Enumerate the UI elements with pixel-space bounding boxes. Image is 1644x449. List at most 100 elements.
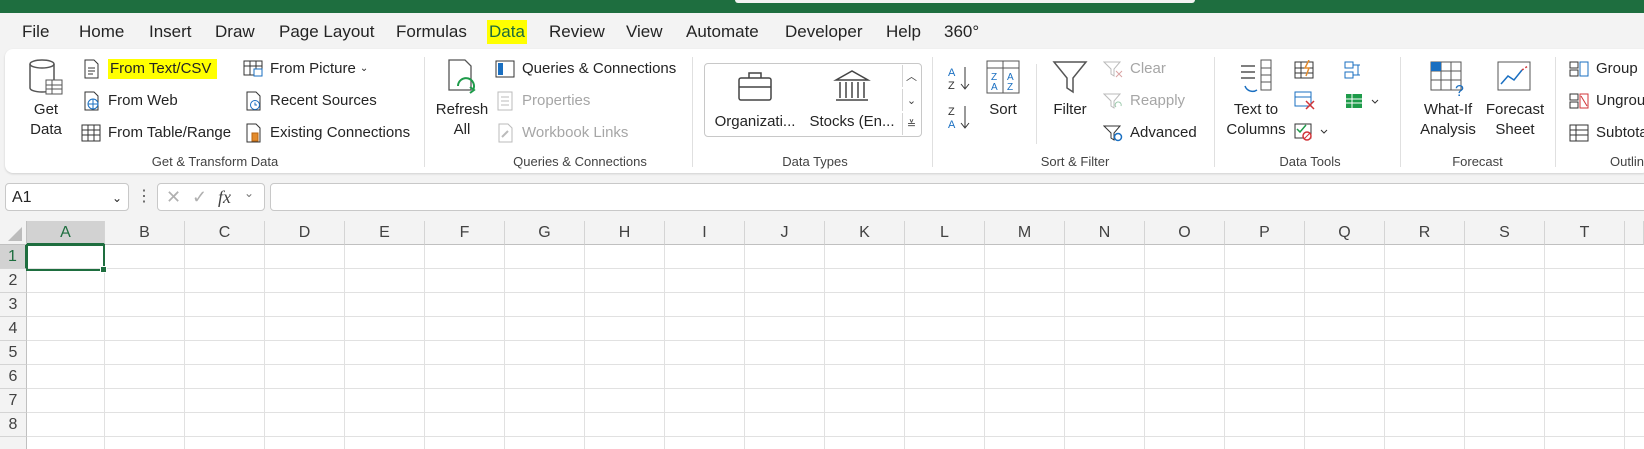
row-header-9[interactable] [0,437,27,449]
row-header-3[interactable]: 3 [0,293,27,317]
subtotal-label: Subtota [1596,124,1644,141]
column-header-m[interactable]: M [985,221,1065,245]
sort-z-a-button[interactable]: ZA [946,103,972,131]
column-header-f[interactable]: F [425,221,505,245]
spreadsheet-grid[interactable] [0,221,1644,449]
queries-connections-button[interactable]: Queries & Connections [494,58,676,80]
column-header-t[interactable]: T [1545,221,1625,245]
gallery-scroll-up[interactable]: ︿ [902,65,920,87]
column-header-l[interactable]: L [905,221,985,245]
active-cell-a1[interactable] [26,244,107,273]
recent-sources-button[interactable]: Recent Sources [242,90,377,112]
what-if-analysis-button[interactable]: ? What-If Analysis [1410,58,1486,140]
get-data-button[interactable]: Get Data [20,58,72,140]
column-header-h[interactable]: H [585,221,665,245]
data-model-button[interactable] [1344,90,1384,112]
tab-formulas[interactable]: Formulas [396,20,467,44]
refresh-icon [443,58,481,98]
subtotal-button[interactable]: Subtota [1568,122,1644,144]
reapply-button[interactable]: Reapply [1102,90,1185,112]
column-header-j[interactable]: J [745,221,825,245]
text-to-columns-button[interactable]: Text to Columns [1224,58,1288,140]
column-header-a[interactable]: A [27,221,105,245]
tab-help[interactable]: Help [886,20,921,44]
row-header-4[interactable]: 4 [0,317,27,341]
column-header-n[interactable]: N [1065,221,1145,245]
gridline [264,245,265,449]
column-header-u[interactable] [1625,221,1644,245]
filter-button[interactable]: Filter [1048,58,1092,120]
tab-developer[interactable]: Developer [785,20,863,44]
tab-data[interactable]: Data [487,20,527,44]
column-header-p[interactable]: P [1225,221,1305,245]
tab-page-layout[interactable]: Page Layout [279,20,374,44]
organization-data-type[interactable]: Organizati... [700,68,810,132]
stocks-data-type[interactable]: Stocks (En... [797,68,907,132]
from-picture-button[interactable]: From Picture ⌄ [242,58,368,80]
row-header-5[interactable]: 5 [0,341,27,365]
gridline [1144,245,1145,449]
gridline [27,364,1644,365]
from-text-csv-button[interactable]: From Text/CSV [80,58,218,80]
clear-filter-button[interactable]: Clear [1102,58,1166,80]
column-header-i[interactable]: I [665,221,745,245]
flash-fill-button[interactable] [1293,59,1317,82]
remove-duplicates-button[interactable] [1293,90,1317,112]
enter-icon[interactable]: ✓ [192,187,207,208]
column-header-d[interactable]: D [265,221,345,245]
advanced-filter-button[interactable]: Advanced [1102,122,1197,144]
row-header-7[interactable]: 7 [0,389,27,413]
tab-home[interactable]: Home [79,20,124,44]
column-header-g[interactable]: G [505,221,585,245]
ungroup-button[interactable]: Ungrou [1568,90,1644,112]
tab-review[interactable]: Review [549,20,605,44]
cancel-icon[interactable]: ✕ [166,187,181,208]
sort-a-z-button[interactable]: AZ [946,64,972,92]
svg-text:A: A [948,67,956,79]
formula-input[interactable] [270,183,1644,211]
column-header-e[interactable]: E [345,221,425,245]
forecast-sheet-label: Forecast Sheet [1485,101,1545,138]
column-header-o[interactable]: O [1145,221,1225,245]
tab-view[interactable]: View [626,20,663,44]
flash-fill-icon [1294,59,1314,79]
column-header-c[interactable]: C [185,221,265,245]
remove-duplicates-icon [1294,91,1315,110]
row-header-6[interactable]: 6 [0,365,27,389]
name-box[interactable]: A1 ⌄ [5,183,129,211]
select-all-button[interactable] [0,221,27,245]
tab-draw[interactable]: Draw [215,20,255,44]
forecast-sheet-button[interactable]: Forecast Sheet [1484,58,1546,140]
from-table-range-button[interactable]: From Table/Range [80,122,231,144]
tab-file[interactable]: File [22,20,49,44]
column-header-r[interactable]: R [1385,221,1465,245]
consolidate-button[interactable] [1344,60,1368,82]
gallery-scroll-down[interactable]: ⌄ [902,89,920,111]
from-web-button[interactable]: From Web [80,90,178,112]
insert-function-button[interactable]: fx [218,187,231,208]
column-header-q[interactable]: Q [1305,221,1385,245]
tab-insert[interactable]: Insert [149,20,192,44]
refresh-all-button[interactable]: Refresh All [434,58,490,140]
row-header-1[interactable]: 1 [0,245,27,269]
ribbon-separator [932,57,933,167]
briefcase-icon [700,68,810,108]
gallery-expand[interactable]: ≚ [902,113,920,135]
ribbon-separator [1400,57,1401,167]
column-header-s[interactable]: S [1465,221,1545,245]
sort-button[interactable]: ZAAZ Sort [983,58,1023,120]
row-header-8[interactable]: 8 [0,413,27,437]
table-icon [80,122,102,144]
more-options-icon[interactable]: ⋮ [136,186,152,206]
existing-connections-button[interactable]: Existing Connections [242,122,410,144]
workbook-links-button[interactable]: Workbook Links [494,122,628,144]
row-header-2[interactable]: 2 [0,269,27,293]
column-header-k[interactable]: K [825,221,905,245]
tab-automate[interactable]: Automate [686,20,759,44]
tab-360[interactable]: 360° [944,20,979,44]
column-header-b[interactable]: B [105,221,185,245]
data-validation-button[interactable] [1293,120,1333,142]
group-button[interactable]: Group [1568,58,1638,80]
search-box[interactable] [735,0,1195,3]
properties-button[interactable]: Properties [494,90,590,112]
